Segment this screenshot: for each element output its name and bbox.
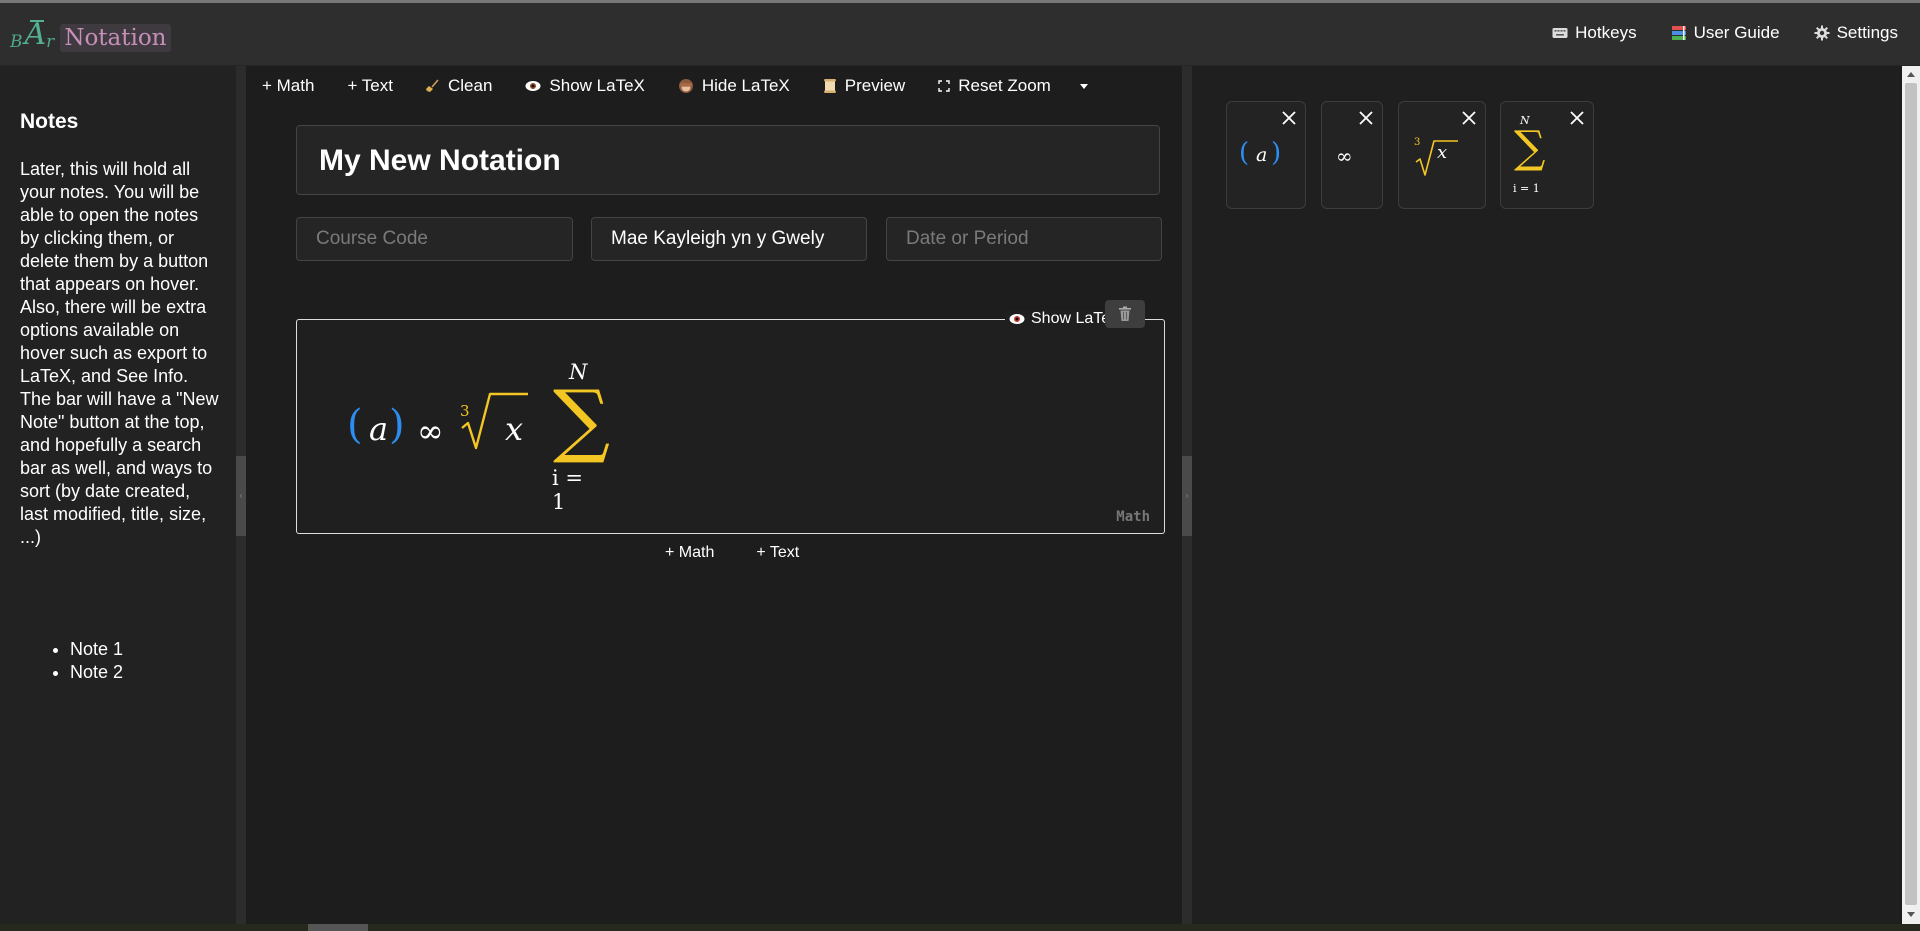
show-latex-label: Show LaTeX — [549, 76, 645, 95]
user-guide-button[interactable]: User Guide — [1671, 23, 1780, 43]
math-block[interactable]: Show LaTeX ( a ) ∞ 3 x N ∑ i = 1 Math — [296, 300, 1165, 534]
palette-var-a: a — [1256, 144, 1268, 166]
add-text-button[interactable]: + Text — [347, 76, 393, 96]
author-input[interactable] — [591, 217, 867, 261]
scroll-up-arrow-icon[interactable] — [1907, 72, 1915, 77]
palette-radicand: x — [1437, 142, 1448, 163]
notes-sidebar: Notes Later, this will hold all your not… — [0, 66, 236, 924]
math-formula[interactable]: ( a ) ∞ 3 x N ∑ i = 1 — [347, 360, 610, 514]
editor-toolbar: + Math + Text Clean Show LaTeX Hide LaTe… — [262, 76, 1088, 96]
note-item-1[interactable]: Note 1 — [70, 638, 123, 661]
close-icon[interactable] — [1461, 110, 1477, 126]
fullscreen-icon — [938, 80, 950, 92]
reset-zoom-label: Reset Zoom — [958, 76, 1051, 95]
page-scrollbar[interactable] — [1902, 66, 1920, 924]
add-text-label: + Text — [347, 76, 393, 95]
hotkeys-label: Hotkeys — [1575, 23, 1637, 42]
horizontal-scrollbar[interactable] — [0, 924, 1920, 931]
settings-label: Settings — [1836, 23, 1898, 42]
scroll-down-arrow-icon[interactable] — [1907, 912, 1915, 917]
close-icon[interactable] — [1358, 110, 1374, 126]
add-math-label: + Math — [262, 76, 315, 95]
app-header: B A r Notation Hotkeys User Guide Settin… — [0, 3, 1920, 66]
keyboard-icon — [1552, 27, 1568, 39]
see-no-evil-monkey-icon — [678, 78, 694, 94]
broom-icon — [425, 79, 440, 93]
reset-zoom-button[interactable]: Reset Zoom — [938, 76, 1051, 96]
sidebar-resize-handle[interactable]: ‹ — [236, 66, 246, 924]
gear-icon — [1814, 25, 1830, 41]
show-latex-button[interactable]: Show LaTeX — [525, 76, 645, 96]
close-icon[interactable] — [1569, 110, 1585, 126]
formula-variable-a: a — [369, 410, 389, 448]
eye-icon — [1009, 313, 1025, 325]
preview-button[interactable]: Preview — [823, 76, 905, 96]
palette-sum-lower: i = 1 — [1513, 182, 1540, 195]
chevron-down-icon — [1079, 83, 1088, 89]
note-item-2[interactable]: Note 2 — [70, 661, 123, 684]
date-input[interactable] — [886, 217, 1162, 261]
palette-item-infinity[interactable]: ∞ — [1321, 101, 1383, 209]
palette-item-summation[interactable]: N ∑ i = 1 — [1500, 101, 1594, 209]
toolbar-more-dropdown[interactable] — [1079, 83, 1088, 89]
logo-name: Notation — [60, 24, 171, 52]
eye-icon — [525, 80, 541, 92]
delete-block-button[interactable] — [1105, 300, 1145, 328]
logo-letter-a: A — [24, 17, 47, 52]
formula-sum-symbol: ∑ — [553, 373, 611, 466]
add-block-row: + Math + Text — [665, 544, 799, 562]
resize-grip-icon: ‹ — [236, 456, 246, 536]
add-math-button[interactable]: + Math — [262, 76, 314, 96]
hotkeys-button[interactable]: Hotkeys — [1552, 23, 1637, 43]
formula-sum-lower: i = 1 — [552, 466, 583, 514]
note-title[interactable]: My New Notation — [296, 125, 1160, 195]
formula-left-paren: ( — [347, 402, 363, 448]
palette-resize-handle[interactable]: › — [1182, 66, 1192, 924]
header-nav: Hotkeys User Guide Settings — [1552, 23, 1898, 43]
add-text-below-button[interactable]: + Text — [756, 544, 799, 562]
palette-sum-symbol: ∑ — [1514, 122, 1546, 173]
block-type-label: Math — [1116, 509, 1150, 525]
logo-letter-b: B — [10, 32, 23, 52]
trash-icon — [1118, 306, 1132, 322]
scrollbar-thumb[interactable] — [1905, 83, 1917, 905]
palette-item-paren-a[interactable]: ( a ) — [1226, 101, 1306, 209]
books-icon — [1671, 25, 1687, 41]
user-guide-label: User Guide — [1693, 23, 1780, 42]
palette-paren-left: ( — [1239, 138, 1250, 168]
settings-button[interactable]: Settings — [1814, 23, 1898, 43]
add-math-below-button[interactable]: + Math — [665, 544, 714, 562]
course-code-input[interactable] — [296, 217, 573, 261]
logo-letter-r: r — [46, 32, 55, 52]
clean-button[interactable]: Clean — [425, 76, 493, 96]
scroll-icon — [823, 78, 837, 94]
resize-grip-icon: › — [1182, 456, 1192, 536]
formula-right-paren: ) — [389, 402, 405, 448]
editor-panel: + Math + Text Clean Show LaTeX Hide LaTe… — [246, 66, 1182, 924]
formula-infinity: ∞ — [417, 412, 444, 450]
notes-heading: Notes — [20, 110, 79, 133]
hide-latex-button[interactable]: Hide LaTeX — [678, 76, 790, 96]
formula-radicand: x — [505, 410, 524, 448]
clean-label: Clean — [447, 76, 493, 95]
palette-paren-right: ) — [1271, 138, 1282, 168]
preview-label: Preview — [844, 76, 906, 95]
hide-latex-label: Hide LaTeX — [701, 76, 790, 95]
notes-description: Later, this will hold all your notes. Yo… — [20, 159, 219, 547]
notes-list: Note 1 Note 2 — [20, 638, 123, 684]
palette-item-cube-root[interactable]: 3 x — [1398, 101, 1486, 209]
app-logo[interactable]: B A r Notation — [10, 16, 171, 52]
symbol-palette-panel: ( a ) ∞ 3 x N ∑ i = 1 — [1192, 66, 1900, 924]
palette-infinity: ∞ — [1336, 144, 1353, 168]
horizontal-scrollbar-thumb[interactable] — [308, 924, 368, 931]
close-icon[interactable] — [1281, 110, 1297, 126]
